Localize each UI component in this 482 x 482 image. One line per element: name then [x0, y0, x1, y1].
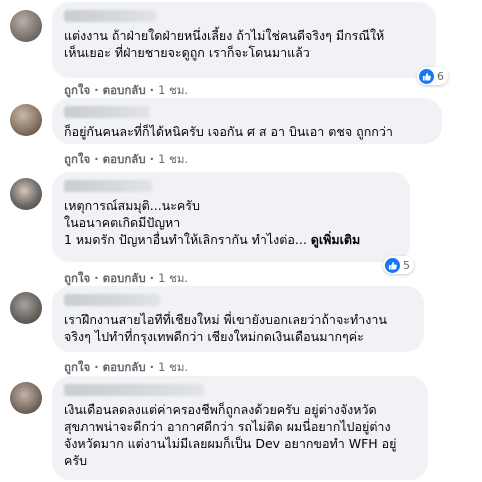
- avatar[interactable]: [10, 178, 42, 210]
- comment-bubble: ก็อยู่กันคนละที่ก็ได้หนิครับ เจอกัน ศ ส …: [52, 98, 442, 144]
- avatar[interactable]: [10, 382, 42, 414]
- reaction-badge[interactable]: 5: [383, 256, 414, 274]
- reaction-count: 5: [403, 258, 410, 272]
- author-name-blurred[interactable]: [64, 180, 152, 192]
- reply-link[interactable]: ตอบกลับ: [103, 271, 146, 285]
- comment-text-line: สุขภาพน่าจะดีกว่า อากาศดีกว่า รถไม่ติด ผ…: [64, 419, 391, 434]
- comment-text-line: เงินเดือนลดลงแต่ค่าครองชีพก็ถูกลงด้วยครั…: [64, 402, 377, 417]
- comment-text-line: ในอนาคตเกิดมีปัญหา: [64, 215, 181, 230]
- comment-text-line: จังหวัดมาก แต่งานไม่มีเลยผมก็เป็น Dev อย…: [64, 436, 397, 451]
- see-more-link[interactable]: ดูเพิ่มเติม: [311, 232, 361, 247]
- author-name-blurred[interactable]: [64, 384, 204, 396]
- reply-link[interactable]: ตอบกลับ: [103, 360, 146, 374]
- author-name-blurred[interactable]: [64, 106, 150, 118]
- comment-actions: ถูกใจ · ตอบกลับ · 1 ชม.: [64, 152, 189, 166]
- comment-text-line: ก็อยู่กันคนละที่ก็ได้หนิครับ เจอกัน ศ ส …: [64, 124, 393, 139]
- timestamp[interactable]: 1 ชม.: [158, 360, 188, 374]
- reaction-count: 6: [437, 69, 444, 83]
- comment-bubble: เราฝึกงานสายไอทีที่เชียงใหม่ พี่เขายังบอ…: [52, 286, 424, 352]
- reply-link[interactable]: ตอบกลับ: [103, 83, 146, 97]
- comment-actions: ถูกใจ · ตอบกลับ · 1 ชม.: [64, 360, 189, 374]
- timestamp[interactable]: 1 ชม.: [158, 271, 188, 285]
- author-name-blurred[interactable]: [64, 10, 156, 22]
- avatar[interactable]: [10, 104, 42, 136]
- like-icon: [419, 68, 434, 84]
- comment-text-line: 1 หมดรัก ปัญหาอื่นทำให้เลิกรากัน ทำไงต่อ…: [64, 231, 398, 248]
- like-icon: [385, 257, 400, 273]
- timestamp[interactable]: 1 ชม.: [158, 152, 188, 166]
- comment-text-line: เห็นเยอะ ที่ฝ่ายชายจะดูถูก เราก็จะโดนมาแ…: [64, 45, 310, 60]
- reaction-badge[interactable]: 6: [417, 67, 448, 85]
- reply-link[interactable]: ตอบกลับ: [103, 152, 146, 166]
- comment-text-line: เราฝึกงานสายไอทีที่เชียงใหม่ พี่เขายังบอ…: [64, 312, 387, 327]
- comment-bubble: แต่งงาน ถ้าฝ่ายใดฝ่ายหนึ่งเลี้ยง ถ้าไม่ใ…: [52, 2, 436, 78]
- timestamp[interactable]: 1 ชม.: [158, 83, 188, 97]
- author-name-blurred[interactable]: [64, 294, 160, 306]
- comment-text-line: เหตุการณ์สมมุติ...นะครับ: [64, 198, 200, 213]
- like-link[interactable]: ถูกใจ: [64, 152, 90, 166]
- like-link[interactable]: ถูกใจ: [64, 83, 90, 97]
- comment-text-segment: 1 หมดรัก ปัญหาอื่นทำให้เลิกรากัน ทำไงต่อ…: [64, 232, 307, 247]
- avatar[interactable]: [10, 292, 42, 324]
- comment-text-line: แต่งงาน ถ้าฝ่ายใดฝ่ายหนึ่งเลี้ยง ถ้าไม่ใ…: [64, 28, 385, 43]
- comment-text-line: จริงๆ ไปทำที่กรุงเทพดีกว่า เชียงใหม่กดเง…: [64, 329, 364, 344]
- comment-text-line: ครับ: [64, 453, 88, 468]
- comment-bubble: เหตุการณ์สมมุติ...นะครับ ในอนาคตเกิดมีปั…: [52, 172, 410, 262]
- comment-bubble: เงินเดือนลดลงแต่ค่าครองชีพก็ถูกลงด้วยครั…: [52, 376, 428, 480]
- like-link[interactable]: ถูกใจ: [64, 360, 90, 374]
- avatar[interactable]: [10, 10, 42, 42]
- like-link[interactable]: ถูกใจ: [64, 271, 90, 285]
